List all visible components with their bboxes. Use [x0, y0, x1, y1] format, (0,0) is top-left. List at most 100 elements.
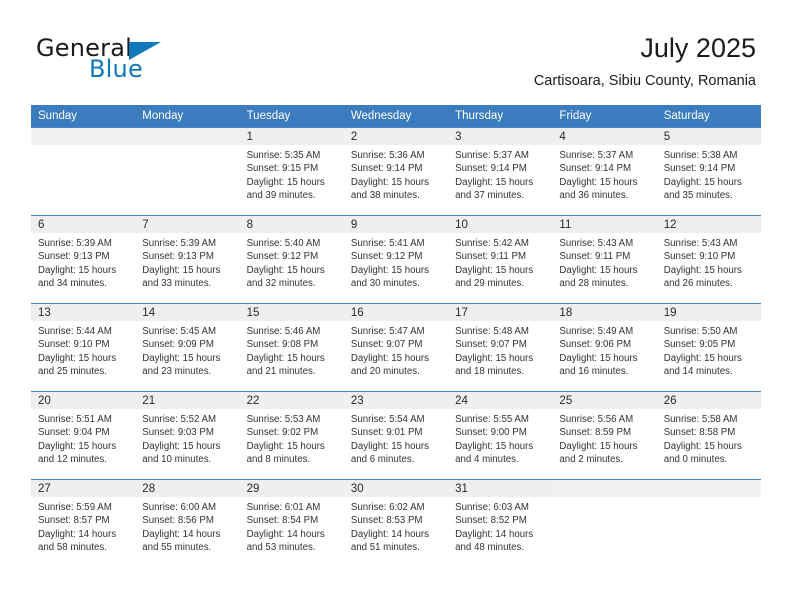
- day-details: Sunrise: 5:54 AM Sunset: 9:01 PM Daylight:…: [344, 409, 448, 466]
- calendar-day-cell: 27 Sunrise: 5:59 AM Sunset: 8:57 PM Dayligh…: [31, 479, 136, 568]
- calendar-day[interactable]: 27 Sunrise: 5:59 AM Sunset: 8:57 PM Dayligh…: [31, 480, 136, 568]
- calendar-day[interactable]: 30 Sunrise: 6:02 AM Sunset: 8:53 PM Dayligh…: [343, 480, 449, 568]
- daylight-text-line2: and 36 minutes.: [559, 189, 629, 201]
- day-number: 10: [448, 216, 553, 233]
- calendar-day[interactable]: 4 Sunrise: 5:37 AM Sunset: 9:14 PM Daylight…: [552, 128, 657, 215]
- calendar-day[interactable]: 9 Sunrise: 5:41 AM Sunset: 9:12 PM Daylight…: [343, 216, 449, 303]
- calendar-day-cell: [656, 479, 761, 568]
- weekday-header-tuesday: Tuesday: [239, 105, 344, 128]
- sunset-text: Sunset: 9:07 PM: [350, 339, 423, 351]
- daylight-text-line1: Daylight: 15 hours: [559, 352, 638, 364]
- calendar-day[interactable]: 22 Sunrise: 5:53 AM Sunset: 9:02 PM Dayligh…: [239, 392, 344, 479]
- daylight-text-line2: and 4 minutes.: [455, 453, 519, 465]
- calendar-day[interactable]: 1 Sunrise: 5:35 AM Sunset: 9:15 PM Daylight…: [239, 128, 344, 215]
- calendar-day-cell: 18 Sunrise: 5:49 AM Sunset: 9:06 PM Dayligh…: [552, 303, 657, 392]
- day-number: 3: [448, 128, 553, 145]
- daylight-text-line2: and 32 minutes.: [246, 277, 316, 289]
- page-subtitle: Cartisoara, Sibiu County, Romania: [533, 73, 756, 90]
- calendar-day-cell: 7 Sunrise: 5:39 AM Sunset: 9:13 PM Daylight…: [135, 215, 240, 304]
- calendar-day[interactable]: 12 Sunrise: 5:43 AM Sunset: 9:10 PM Dayligh…: [656, 216, 761, 303]
- day-number: 25: [552, 392, 657, 409]
- weekday-header-sunday: Sunday: [31, 105, 136, 128]
- day-number: 19: [656, 304, 761, 321]
- calendar-day-cell: 25 Sunrise: 5:56 AM Sunset: 8:59 PM Dayligh…: [552, 391, 657, 480]
- calendar-day[interactable]: 16 Sunrise: 5:47 AM Sunset: 9:07 PM Dayligh…: [343, 304, 449, 391]
- sunset-text: Sunset: 9:03 PM: [142, 427, 214, 439]
- day-details: Sunrise: 5:47 AM Sunset: 9:07 PM Daylight:…: [344, 321, 448, 378]
- daylight-text-line1: Daylight: 14 hours: [38, 528, 117, 540]
- day-number: 11: [552, 216, 657, 233]
- sunset-text: Sunset: 9:10 PM: [38, 339, 110, 351]
- calendar-day[interactable]: 14 Sunrise: 5:45 AM Sunset: 9:09 PM Dayligh…: [135, 304, 240, 391]
- daylight-text-line1: Daylight: 14 hours: [142, 528, 221, 540]
- calendar-day-cell: [31, 127, 136, 216]
- day-details: Sunrise: 5:44 AM Sunset: 9:10 PM Daylight:…: [31, 321, 135, 378]
- sunset-text: Sunset: 9:05 PM: [663, 339, 736, 351]
- day-number: 23: [343, 392, 449, 409]
- daylight-text-line1: Daylight: 15 hours: [142, 440, 221, 452]
- day-number: 12: [656, 216, 761, 233]
- calendar-day-cell: 26 Sunrise: 5:58 AM Sunset: 8:58 PM Dayligh…: [656, 391, 761, 480]
- daylight-text-line1: Daylight: 14 hours: [246, 528, 325, 540]
- sunset-text: Sunset: 9:14 PM: [350, 163, 423, 175]
- sunrise-text: Sunrise: 5:55 AM: [455, 414, 529, 425]
- calendar-day[interactable]: 28 Sunrise: 6:00 AM Sunset: 8:56 PM Dayligh…: [135, 480, 240, 568]
- calendar-day[interactable]: 11 Sunrise: 5:43 AM Sunset: 9:11 PM Dayligh…: [552, 216, 657, 303]
- brand-logo[interactable]: General Blue: [36, 36, 236, 92]
- calendar-day[interactable]: 19 Sunrise: 5:50 AM Sunset: 9:05 PM Dayligh…: [656, 304, 761, 391]
- calendar-day[interactable]: 20 Sunrise: 5:51 AM Sunset: 9:04 PM Dayligh…: [31, 392, 136, 479]
- daylight-text-line2: and 37 minutes.: [455, 189, 525, 201]
- calendar-day[interactable]: 17 Sunrise: 5:48 AM Sunset: 9:07 PM Dayligh…: [448, 304, 553, 391]
- calendar-day[interactable]: 7 Sunrise: 5:39 AM Sunset: 9:13 PM Daylight…: [135, 216, 240, 303]
- sunset-text: Sunset: 8:59 PM: [559, 427, 632, 439]
- day-details: Sunrise: 5:43 AM Sunset: 9:10 PM Daylight:…: [657, 233, 761, 290]
- weekday-header-row: Sunday Monday Tuesday Wednesday Thursday…: [31, 105, 761, 128]
- calendar-day[interactable]: 18 Sunrise: 5:49 AM Sunset: 9:06 PM Dayligh…: [552, 304, 657, 391]
- calendar-day[interactable]: 13 Sunrise: 5:44 AM Sunset: 9:10 PM Dayligh…: [31, 304, 136, 391]
- daylight-text-line1: Daylight: 15 hours: [38, 264, 117, 276]
- calendar-day[interactable]: 24 Sunrise: 5:55 AM Sunset: 9:00 PM Dayligh…: [448, 392, 553, 479]
- daylight-text-line2: and 21 minutes.: [246, 365, 316, 377]
- calendar-day[interactable]: 26 Sunrise: 5:58 AM Sunset: 8:58 PM Dayligh…: [656, 392, 761, 479]
- calendar-day-cell: 5 Sunrise: 5:38 AM Sunset: 9:14 PM Daylight…: [656, 127, 761, 216]
- calendar-day[interactable]: 2 Sunrise: 5:36 AM Sunset: 9:14 PM Daylight…: [343, 128, 449, 215]
- sunrise-text: Sunrise: 5:45 AM: [142, 326, 217, 337]
- daylight-text-line2: and 39 minutes.: [246, 189, 316, 201]
- sunrise-text: Sunrise: 5:41 AM: [350, 238, 425, 249]
- calendar-day[interactable]: 31 Sunrise: 6:03 AM Sunset: 8:52 PM Dayligh…: [448, 480, 553, 568]
- day-number: 2: [343, 128, 449, 145]
- sunrise-text: Sunrise: 5:35 AM: [246, 150, 321, 161]
- sunset-text: Sunset: 9:07 PM: [455, 339, 527, 351]
- daylight-text-line2: and 2 minutes.: [559, 453, 623, 465]
- day-details: Sunrise: 5:45 AM Sunset: 9:09 PM Daylight:…: [135, 321, 239, 378]
- sunset-text: Sunset: 9:10 PM: [663, 251, 736, 263]
- day-details: Sunrise: 5:40 AM Sunset: 9:12 PM Daylight:…: [240, 233, 344, 290]
- calendar-day[interactable]: 6 Sunrise: 5:39 AM Sunset: 9:13 PM Daylight…: [31, 216, 136, 303]
- sunrise-text: Sunrise: 6:00 AM: [142, 502, 217, 513]
- sunset-text: Sunset: 9:06 PM: [559, 339, 632, 351]
- calendar-day[interactable]: 15 Sunrise: 5:46 AM Sunset: 9:08 PM Dayligh…: [239, 304, 344, 391]
- day-number: 1: [239, 128, 344, 145]
- daylight-text-line2: and 20 minutes.: [350, 365, 420, 377]
- calendar-day[interactable]: 3 Sunrise: 5:37 AM Sunset: 9:14 PM Daylight…: [448, 128, 553, 215]
- calendar-week-row: 27 Sunrise: 5:59 AM Sunset: 8:57 PM Dayligh…: [31, 479, 761, 568]
- day-number: 18: [552, 304, 657, 321]
- daylight-text-line1: Daylight: 15 hours: [142, 352, 221, 364]
- day-details: Sunrise: 5:55 AM Sunset: 9:00 PM Daylight:…: [448, 409, 552, 466]
- calendar-day[interactable]: 25 Sunrise: 5:56 AM Sunset: 8:59 PM Dayligh…: [552, 392, 657, 479]
- calendar-day[interactable]: 8 Sunrise: 5:40 AM Sunset: 9:12 PM Daylight…: [239, 216, 344, 303]
- calendar-day-cell: [135, 127, 240, 216]
- daylight-text-line1: Daylight: 15 hours: [663, 352, 742, 364]
- daylight-text-line1: Daylight: 15 hours: [246, 264, 325, 276]
- calendar-day[interactable]: 21 Sunrise: 5:52 AM Sunset: 9:03 PM Dayligh…: [135, 392, 240, 479]
- sunset-text: Sunset: 8:58 PM: [663, 427, 736, 439]
- calendar-day[interactable]: 10 Sunrise: 5:42 AM Sunset: 9:11 PM Dayligh…: [448, 216, 553, 303]
- day-number: 16: [343, 304, 449, 321]
- calendar-day-cell: 3 Sunrise: 5:37 AM Sunset: 9:14 PM Daylight…: [448, 127, 553, 216]
- calendar-day[interactable]: 23 Sunrise: 5:54 AM Sunset: 9:01 PM Dayligh…: [343, 392, 449, 479]
- calendar-day[interactable]: 29 Sunrise: 6:01 AM Sunset: 8:54 PM Dayligh…: [239, 480, 344, 568]
- day-number: 30: [343, 480, 449, 497]
- day-number: 8: [239, 216, 344, 233]
- sunset-text: Sunset: 8:54 PM: [246, 515, 319, 527]
- calendar-day[interactable]: 5 Sunrise: 5:38 AM Sunset: 9:14 PM Daylight…: [656, 128, 761, 215]
